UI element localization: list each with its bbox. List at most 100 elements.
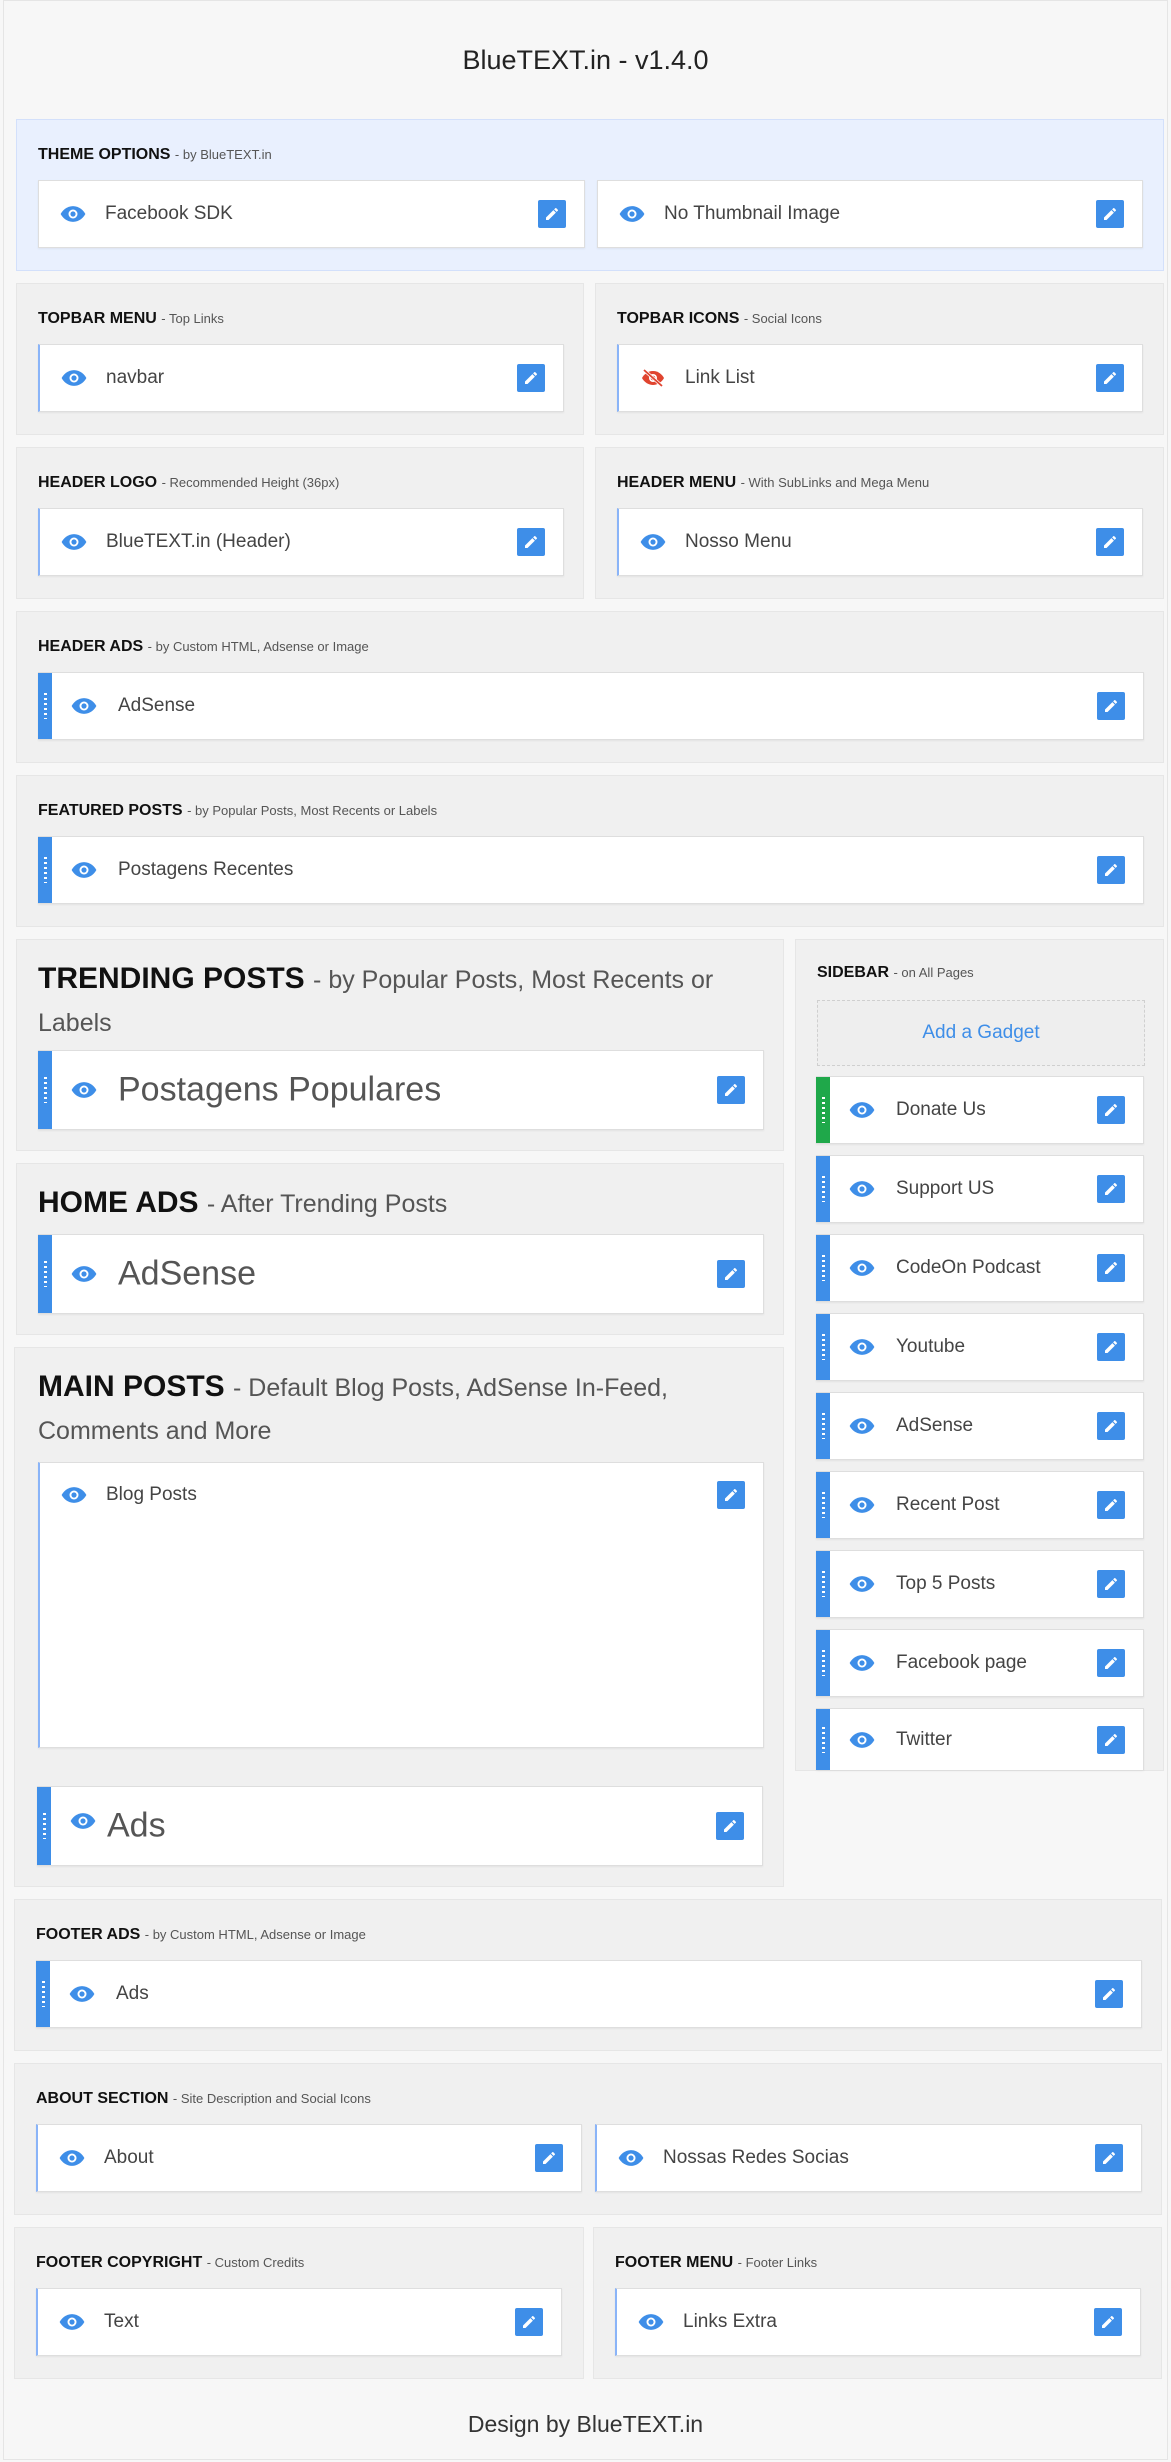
edit-button[interactable] bbox=[1097, 1096, 1125, 1124]
edit-button[interactable] bbox=[517, 364, 545, 392]
eye-icon[interactable] bbox=[60, 1486, 88, 1504]
sidebar-widget-recent-post[interactable]: Recent Post bbox=[816, 1471, 1144, 1539]
eye-icon[interactable] bbox=[59, 205, 87, 223]
drag-handle[interactable] bbox=[38, 1051, 52, 1129]
eye-icon[interactable] bbox=[617, 2149, 645, 2167]
edit-button[interactable] bbox=[717, 1076, 745, 1104]
widget-link-list[interactable]: Link List bbox=[617, 344, 1143, 412]
drag-handle[interactable] bbox=[816, 1393, 830, 1459]
edit-button[interactable] bbox=[1097, 1175, 1125, 1203]
drag-handle[interactable] bbox=[816, 1472, 830, 1538]
edit-button[interactable] bbox=[535, 2144, 563, 2172]
widget-links-extra[interactable]: Links Extra bbox=[615, 2288, 1141, 2356]
eye-icon[interactable] bbox=[848, 1101, 876, 1119]
drag-handle[interactable] bbox=[36, 1961, 50, 2027]
drag-handle[interactable] bbox=[38, 837, 52, 903]
edit-button[interactable] bbox=[1097, 1725, 1125, 1754]
sidebar-widget-donate-us[interactable]: Donate Us bbox=[816, 1076, 1144, 1144]
eye-icon[interactable] bbox=[848, 1338, 876, 1356]
widget-text[interactable]: Text bbox=[36, 2288, 562, 2356]
widget-no-thumbnail-image[interactable]: No Thumbnail Image bbox=[597, 180, 1143, 248]
edit-button[interactable] bbox=[1097, 1333, 1125, 1361]
pencil-icon bbox=[523, 2315, 536, 2328]
edit-button[interactable] bbox=[1097, 1649, 1125, 1677]
drag-handle[interactable] bbox=[816, 1314, 830, 1380]
widget-postagens-recentes[interactable]: Postagens Recentes bbox=[38, 836, 1144, 904]
widget-ads[interactable]: Ads bbox=[37, 1786, 763, 1866]
eye-icon[interactable] bbox=[848, 1654, 876, 1672]
edit-button[interactable] bbox=[1097, 1412, 1125, 1440]
pencil-icon bbox=[1102, 2315, 1115, 2328]
sidebar-widget-facebook-page[interactable]: Facebook page bbox=[816, 1629, 1144, 1697]
drag-handle[interactable] bbox=[38, 673, 52, 739]
widget-header-logo[interactable]: BlueTEXT.in (Header) bbox=[38, 508, 564, 576]
edit-button[interactable] bbox=[717, 1481, 745, 1509]
eye-icon[interactable] bbox=[68, 1985, 96, 2003]
drag-handle[interactable] bbox=[816, 1156, 830, 1222]
edit-button[interactable] bbox=[1097, 1491, 1125, 1519]
add-gadget-button[interactable]: Add a Gadget bbox=[817, 1000, 1145, 1066]
eye-icon[interactable] bbox=[70, 1265, 98, 1283]
eye-icon[interactable] bbox=[848, 1575, 876, 1593]
eye-icon[interactable] bbox=[58, 2313, 86, 2331]
sidebar-widget-codeon-podcast[interactable]: CodeOn Podcast bbox=[816, 1234, 1144, 1302]
eye-icon[interactable] bbox=[60, 369, 88, 387]
drag-handle[interactable] bbox=[816, 1630, 830, 1696]
widget-adsense[interactable]: AdSense bbox=[38, 672, 1144, 740]
eye-icon[interactable] bbox=[70, 1081, 98, 1099]
drag-handle[interactable] bbox=[816, 1077, 830, 1143]
widget-ads[interactable]: Ads bbox=[36, 1960, 1142, 2028]
edit-button[interactable] bbox=[1097, 692, 1125, 720]
eye-icon[interactable] bbox=[637, 2313, 665, 2331]
eye-icon[interactable] bbox=[70, 697, 98, 715]
drag-handle[interactable] bbox=[38, 1235, 52, 1313]
eye-off-icon[interactable] bbox=[639, 369, 667, 387]
edit-button[interactable] bbox=[1094, 2308, 1122, 2336]
edit-button[interactable] bbox=[1096, 364, 1124, 392]
sidebar-widget-adsense[interactable]: AdSense bbox=[816, 1392, 1144, 1460]
edit-button[interactable] bbox=[1095, 2144, 1123, 2172]
eye-icon[interactable] bbox=[848, 1417, 876, 1435]
drag-handle[interactable] bbox=[37, 1787, 51, 1865]
edit-button[interactable] bbox=[717, 1260, 745, 1288]
widget-facebook-sdk[interactable]: Facebook SDK bbox=[38, 180, 585, 248]
section-subtitle: - Top Links bbox=[161, 311, 224, 326]
widget-blog-posts[interactable]: Blog Posts bbox=[38, 1462, 764, 1748]
sidebar-widget-youtube[interactable]: Youtube bbox=[816, 1313, 1144, 1381]
eye-icon[interactable] bbox=[848, 1180, 876, 1198]
sidebar-widget-top-5-posts[interactable]: Top 5 Posts bbox=[816, 1550, 1144, 1618]
edit-button[interactable] bbox=[716, 1812, 744, 1840]
drag-handle[interactable] bbox=[816, 1235, 830, 1301]
sidebar-widget-support-us[interactable]: Support US bbox=[816, 1155, 1144, 1223]
widget-nossas-redes-socias[interactable]: Nossas Redes Socias bbox=[595, 2124, 1142, 2192]
eye-icon[interactable] bbox=[58, 2149, 86, 2167]
eye-icon[interactable] bbox=[69, 1812, 97, 1830]
eye-icon[interactable] bbox=[848, 1731, 876, 1749]
widget-adsense[interactable]: AdSense bbox=[38, 1234, 764, 1314]
edit-button[interactable] bbox=[1097, 1254, 1125, 1282]
section-header-ads: HEADER ADS - by Custom HTML, Adsense or … bbox=[16, 611, 1164, 763]
edit-button[interactable] bbox=[515, 2308, 543, 2336]
layout-editor: BlueTEXT.in - v1.4.0 THEME OPTIONS - by … bbox=[3, 0, 1168, 2460]
eye-icon[interactable] bbox=[70, 861, 98, 879]
edit-button[interactable] bbox=[1096, 528, 1124, 556]
drag-handle[interactable] bbox=[816, 1551, 830, 1617]
widget-about[interactable]: About bbox=[36, 2124, 582, 2192]
edit-button[interactable] bbox=[1095, 1980, 1123, 2008]
eye-icon[interactable] bbox=[848, 1496, 876, 1514]
edit-button[interactable] bbox=[1096, 200, 1124, 228]
eye-icon[interactable] bbox=[60, 533, 88, 551]
edit-button[interactable] bbox=[517, 528, 545, 556]
pencil-icon bbox=[1104, 371, 1117, 384]
edit-button[interactable] bbox=[1097, 1570, 1125, 1598]
widget-navbar[interactable]: navbar bbox=[38, 344, 564, 412]
drag-handle[interactable] bbox=[816, 1709, 830, 1770]
edit-button[interactable] bbox=[1097, 856, 1125, 884]
sidebar-widget-twitter[interactable]: Twitter bbox=[816, 1708, 1144, 1770]
eye-icon[interactable] bbox=[639, 533, 667, 551]
widget-nosso-menu[interactable]: Nosso Menu bbox=[617, 508, 1143, 576]
widget-postagens-populares[interactable]: Postagens Populares bbox=[38, 1050, 764, 1130]
eye-icon[interactable] bbox=[618, 205, 646, 223]
edit-button[interactable] bbox=[538, 200, 566, 228]
eye-icon[interactable] bbox=[848, 1259, 876, 1277]
